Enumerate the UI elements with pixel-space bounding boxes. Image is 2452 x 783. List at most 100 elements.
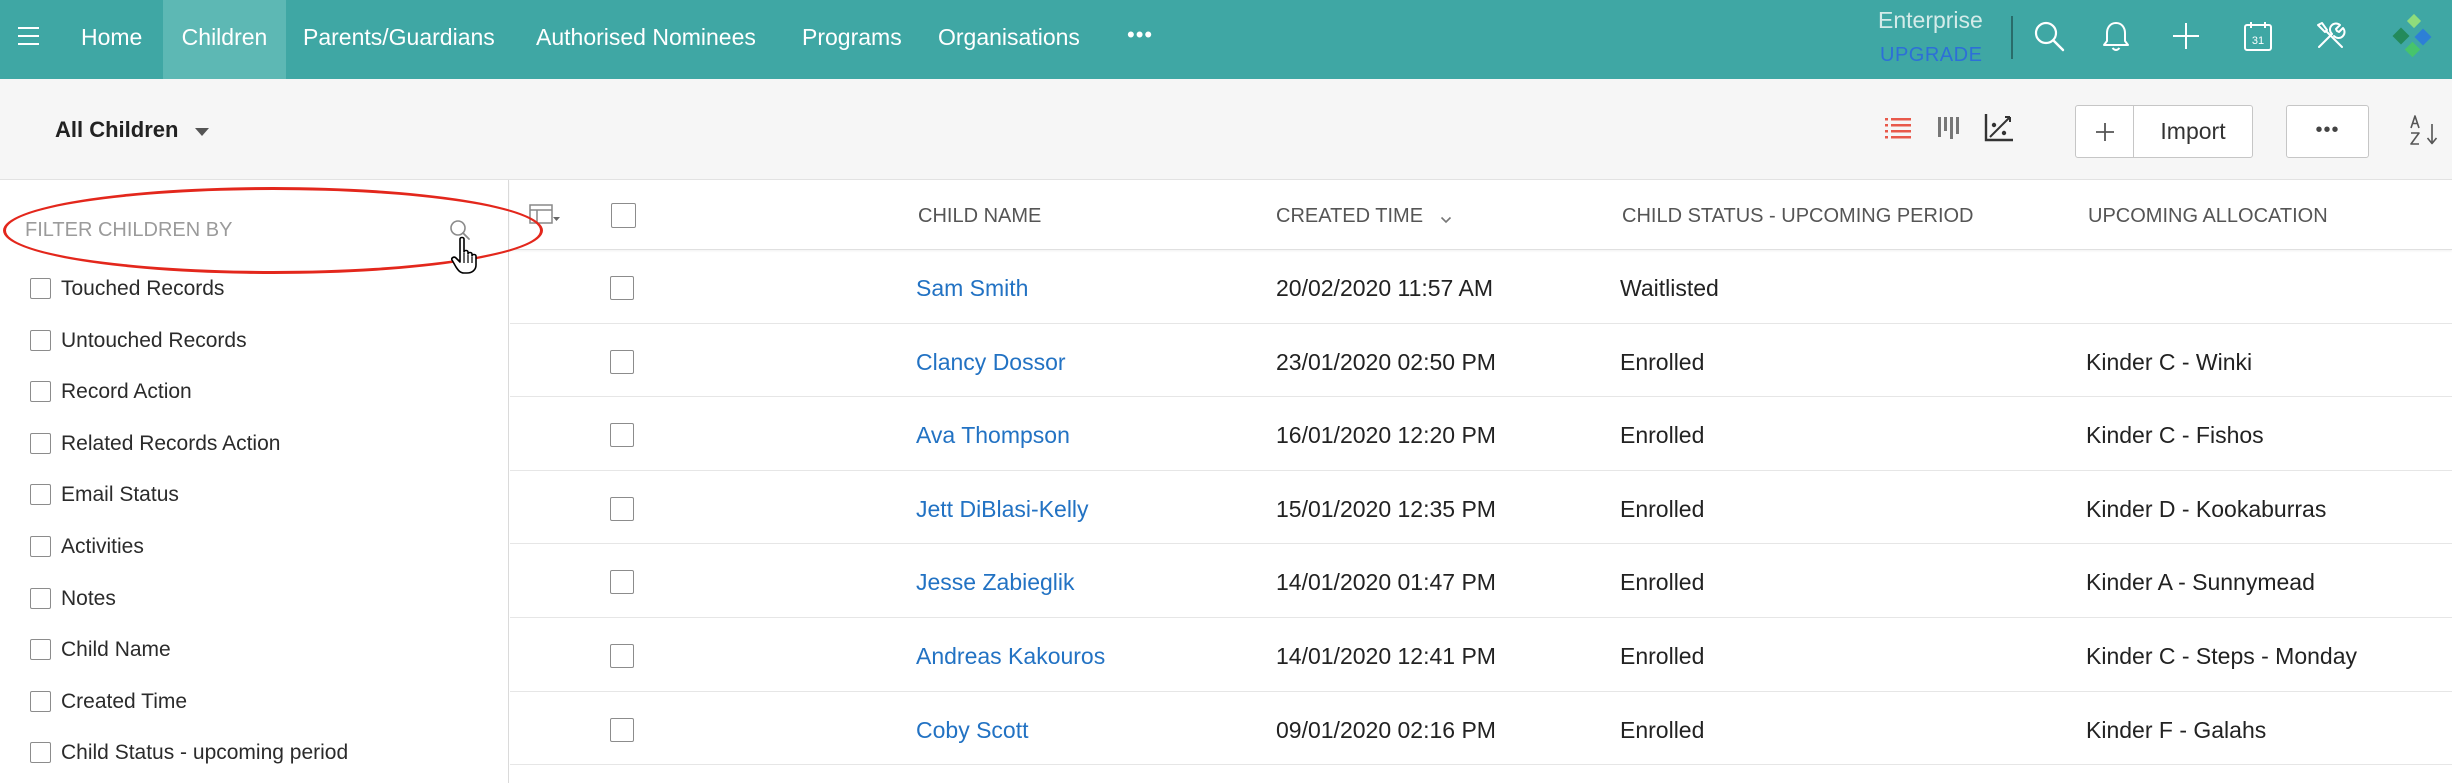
- created-time-cell: 23/01/2020 02:50 PM: [1276, 348, 1496, 375]
- column-header-child-status[interactable]: CHILD STATUS - UPCOMING PERIOD: [1622, 180, 1974, 252]
- calendar-day-text: 31: [2252, 35, 2264, 47]
- filter-checkbox[interactable]: [30, 742, 51, 764]
- filter-checkbox[interactable]: [30, 278, 51, 299]
- child-name-link[interactable]: Sam Smith: [916, 252, 1028, 324]
- filter-item-child-name[interactable]: Child Name: [0, 630, 508, 670]
- filter-checkbox[interactable]: [30, 536, 51, 557]
- table-row[interactable]: Sam Smith 20/02/2020 11:57 AM Waitlisted: [510, 250, 2452, 324]
- tab-children[interactable]: Children: [163, 0, 286, 79]
- filter-checkbox[interactable]: [30, 690, 51, 712]
- row-checkbox[interactable]: [610, 496, 634, 521]
- hand-pointer-icon: [451, 236, 477, 274]
- app-logo[interactable]: [2391, 14, 2435, 58]
- row-checkbox[interactable]: [610, 570, 634, 595]
- filter-item-label: Email Status: [61, 483, 179, 507]
- chevron-down-icon[interactable]: [1440, 216, 1452, 224]
- row-checkbox[interactable]: [610, 423, 634, 448]
- import-button[interactable]: Import: [2134, 106, 2252, 157]
- child-name-link[interactable]: Ava Thompson: [916, 399, 1070, 471]
- filter-item-label: Created Time: [61, 689, 188, 713]
- filter-item-activities[interactable]: Activities: [0, 527, 508, 567]
- filter-checkbox[interactable]: [30, 639, 51, 661]
- filter-item-notes[interactable]: Notes: [0, 579, 508, 619]
- filter-checkbox[interactable]: [30, 329, 51, 351]
- tab-programs[interactable]: Programs: [802, 0, 902, 79]
- filter-item-untouched-records[interactable]: Untouched Records: [0, 321, 508, 361]
- table-row[interactable]: Clancy Dossor 23/01/2020 02:50 PM Enroll…: [510, 324, 2452, 398]
- row-checkbox[interactable]: [610, 276, 634, 300]
- chart-view-icon[interactable]: [1981, 112, 2015, 144]
- table-row[interactable]: Jett DiBlasi-Kelly 15/01/2020 12:35 PM E…: [510, 471, 2452, 545]
- column-header-created-time[interactable]: CREATED TIME: [1276, 180, 1423, 252]
- filter-item-created-time[interactable]: Created Time: [0, 682, 508, 722]
- tab-authorised-nominees[interactable]: Authorised Nominees: [536, 0, 756, 79]
- child-name-link[interactable]: Jett DiBlasi-Kelly: [916, 473, 1089, 545]
- kanban-view-icon[interactable]: [1937, 116, 1959, 140]
- filter-item-label: Child Status - upcoming period: [61, 741, 349, 765]
- child-name-link[interactable]: Jesse Zabieglik: [916, 546, 1075, 618]
- filter-checkbox[interactable]: [30, 381, 51, 403]
- filter-item-label: Related Records Action: [61, 431, 281, 455]
- status-cell: Enrolled: [1620, 422, 1705, 449]
- tab-organisations[interactable]: Organisations: [938, 0, 1080, 79]
- edition-label: Enterprise: [1878, 7, 1983, 33]
- filter-item-record-action[interactable]: Record Action: [0, 372, 508, 412]
- sort-alpha-icon[interactable]: [2408, 113, 2442, 147]
- filter-item-child-status-upcoming-period[interactable]: Child Status - upcoming period: [0, 733, 508, 773]
- more-actions-button[interactable]: •••: [2286, 105, 2369, 158]
- filter-search-input[interactable]: [25, 210, 435, 250]
- status-cell: Enrolled: [1620, 495, 1705, 522]
- table-row[interactable]: Andreas Kakouros 14/01/2020 12:41 PM Enr…: [510, 618, 2452, 692]
- upgrade-link[interactable]: UPGRADE: [1880, 42, 1982, 68]
- allocation-cell: Kinder C - Winki: [2086, 348, 2253, 375]
- row-checkbox[interactable]: [610, 349, 634, 374]
- filter-item-label: Activities: [61, 535, 144, 558]
- bell-icon[interactable]: [2100, 19, 2132, 53]
- column-settings-icon[interactable]: [529, 203, 561, 229]
- column-header-child-name[interactable]: CHILD NAME: [918, 180, 1041, 252]
- table-row[interactable]: Ava Thompson 16/01/2020 12:20 PM Enrolle…: [510, 397, 2452, 471]
- view-selector-dropdown[interactable]: All Children: [55, 104, 210, 156]
- status-cell: Waitlisted: [1620, 275, 1719, 301]
- status-cell: Enrolled: [1620, 569, 1705, 596]
- table-row[interactable]: Coby Scott 09/01/2020 02:16 PM Enrolled …: [510, 692, 2452, 766]
- plus-icon: [2095, 122, 2114, 141]
- tab-home[interactable]: Home: [81, 0, 142, 79]
- import-button-group: Import: [2075, 105, 2253, 158]
- calendar-icon[interactable]: 31: [2243, 20, 2273, 52]
- filter-checkbox[interactable]: [30, 587, 51, 609]
- filter-item-label: Notes: [61, 586, 116, 610]
- filter-item-label: Untouched Records: [61, 328, 247, 352]
- created-time-cell: 16/01/2020 12:20 PM: [1276, 422, 1496, 449]
- allocation-cell: Kinder C - Fishos: [2086, 422, 2264, 449]
- select-all-checkbox[interactable]: [611, 203, 636, 228]
- plus-icon[interactable]: [2172, 22, 2200, 50]
- tab-parents-guardians[interactable]: Parents/Guardians: [303, 0, 495, 79]
- table-row[interactable]: Jesse Zabieglik 14/01/2020 01:47 PM Enro…: [510, 544, 2452, 618]
- row-checkbox[interactable]: [610, 717, 634, 742]
- create-record-button[interactable]: [2076, 106, 2134, 157]
- allocation-cell: Kinder F - Galahs: [2086, 716, 2267, 743]
- child-name-link[interactable]: Andreas Kakouros: [916, 620, 1105, 692]
- filter-item-related-records-action[interactable]: Related Records Action: [0, 424, 508, 464]
- search-icon[interactable]: [2032, 19, 2066, 53]
- filter-checkbox[interactable]: [30, 484, 51, 506]
- status-cell: Enrolled: [1620, 716, 1705, 743]
- column-header-upcoming-allocation[interactable]: UPCOMING ALLOCATION: [2088, 180, 2328, 252]
- filter-item-label: Record Action: [61, 380, 192, 404]
- tools-icon[interactable]: [2314, 20, 2346, 52]
- created-time-cell: 14/01/2020 12:41 PM: [1276, 643, 1496, 669]
- row-checkbox[interactable]: [610, 644, 634, 668]
- tab-label: Parents/Guardians: [303, 24, 495, 50]
- allocation-cell: Kinder C - Steps - Monday: [2086, 643, 2358, 669]
- filter-checkbox[interactable]: [30, 432, 51, 454]
- child-name-link[interactable]: Clancy Dossor: [916, 326, 1066, 398]
- nav-more-button[interactable]: •••: [1127, 0, 1153, 79]
- created-time-cell: 14/01/2020 01:47 PM: [1276, 569, 1496, 596]
- filter-item-touched-records[interactable]: Touched Records: [0, 269, 508, 309]
- child-name-link[interactable]: Coby Scott: [916, 694, 1029, 766]
- hamburger-menu-icon[interactable]: [18, 26, 39, 46]
- list-view-icon[interactable]: [1885, 117, 1911, 140]
- records-table: CHILD NAME CREATED TIME CHILD STATUS - U…: [510, 180, 2452, 783]
- filter-item-email-status[interactable]: Email Status: [0, 475, 508, 515]
